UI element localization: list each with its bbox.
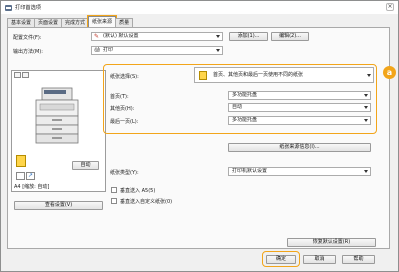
output-method-label: 输出方法(M): [13,49,43,55]
title-bar: 打印首选项 × [1,1,398,14]
paper-type-label: 纸张类型(Y): [110,170,139,176]
print-icon: 🖨 [94,47,101,53]
last-page-label: 最后一页(L): [110,119,139,125]
chevron-down-icon [216,49,220,52]
tab-page-setup[interactable]: 页面设置 [34,18,63,27]
paper-type-select[interactable]: 打印机默认设置 [228,167,371,176]
feed-custom-vertical-checkbox[interactable] [111,198,117,204]
cancel-button[interactable]: 取消 [303,255,336,264]
other-pages-label: 其他页(H): [110,106,135,112]
tab-quality[interactable]: 质量 [115,18,134,27]
chevron-down-icon [364,170,368,173]
edit-profile-button[interactable]: 编辑(2)... [271,32,309,41]
paper-selection-label: 纸张选择(S): [110,74,139,80]
chevron-down-icon [216,35,220,38]
ok-button[interactable]: 确定 [266,255,296,264]
view-settings-button[interactable]: 查看设置(V) [14,201,103,210]
chevron-down-icon [364,119,368,122]
paper-icon [199,71,207,80]
auto-button[interactable]: 自动 [72,161,99,170]
chevron-down-icon [364,94,368,97]
printer-image [35,87,79,144]
chevron-down-icon [367,74,371,77]
paper-selection-select[interactable]: 首页、其他页和最后一页使用不同的纸张 [194,67,374,83]
tab-finishing[interactable]: 完成方式 [61,18,90,27]
preview-status: A4 [缩放: 自动] [14,184,50,190]
restore-defaults-button[interactable]: 恢复默认设置(R) [287,238,376,247]
preview-layout-icon[interactable] [14,72,21,78]
feed-a5-vertical-label: 垂直送入 A5(5) [120,188,156,194]
preview-pane: 自动 ↗ A4 [缩放: 自动] [11,70,106,192]
close-button[interactable]: × [386,3,394,11]
pencil-icon: ✎ [94,33,100,40]
printer-app-icon [5,4,12,11]
paper-source-info-button[interactable]: 纸张来源信息(I)... [228,143,371,152]
other-pages-select[interactable]: 自动 [228,103,371,112]
help-button[interactable]: 帮助 [342,255,375,264]
profile-label: 配置文件(F): [13,35,42,41]
add-profile-button[interactable]: 添加(1)... [229,32,268,41]
profile-select[interactable]: ✎ (默认) 默认设置 [91,32,223,41]
first-page-select[interactable]: 多功能托盘 [228,91,371,100]
chevron-down-icon [364,106,368,109]
last-page-select[interactable]: 多功能托盘 [228,116,371,125]
window-title: 打印首选项 [15,5,41,11]
tab-basic-settings[interactable]: 基本设置 [7,18,36,27]
feed-custom-vertical-label: 垂直送入自定义纸张(0) [120,199,173,205]
callout-badge: a [383,66,396,79]
preview-device-icon[interactable] [22,72,29,78]
layout-doc-icon[interactable] [16,172,25,180]
tab-paper-source[interactable]: 纸张来源 [87,15,118,28]
printing-preferences-window: 打印首选项 × 基本设置 页面设置 完成方式 纸张来源 质量 配置文件(F): … [0,0,399,272]
feed-a5-vertical-checkbox[interactable] [111,187,117,193]
tab-strip: 基本设置 页面设置 完成方式 纸张来源 质量 [7,15,134,28]
output-method-select[interactable]: 🖨 打印 [91,46,223,55]
arrow-icon[interactable]: ↗ [26,172,35,180]
first-page-label: 首页(T): [110,94,129,100]
paper-stack-icon [16,155,26,167]
